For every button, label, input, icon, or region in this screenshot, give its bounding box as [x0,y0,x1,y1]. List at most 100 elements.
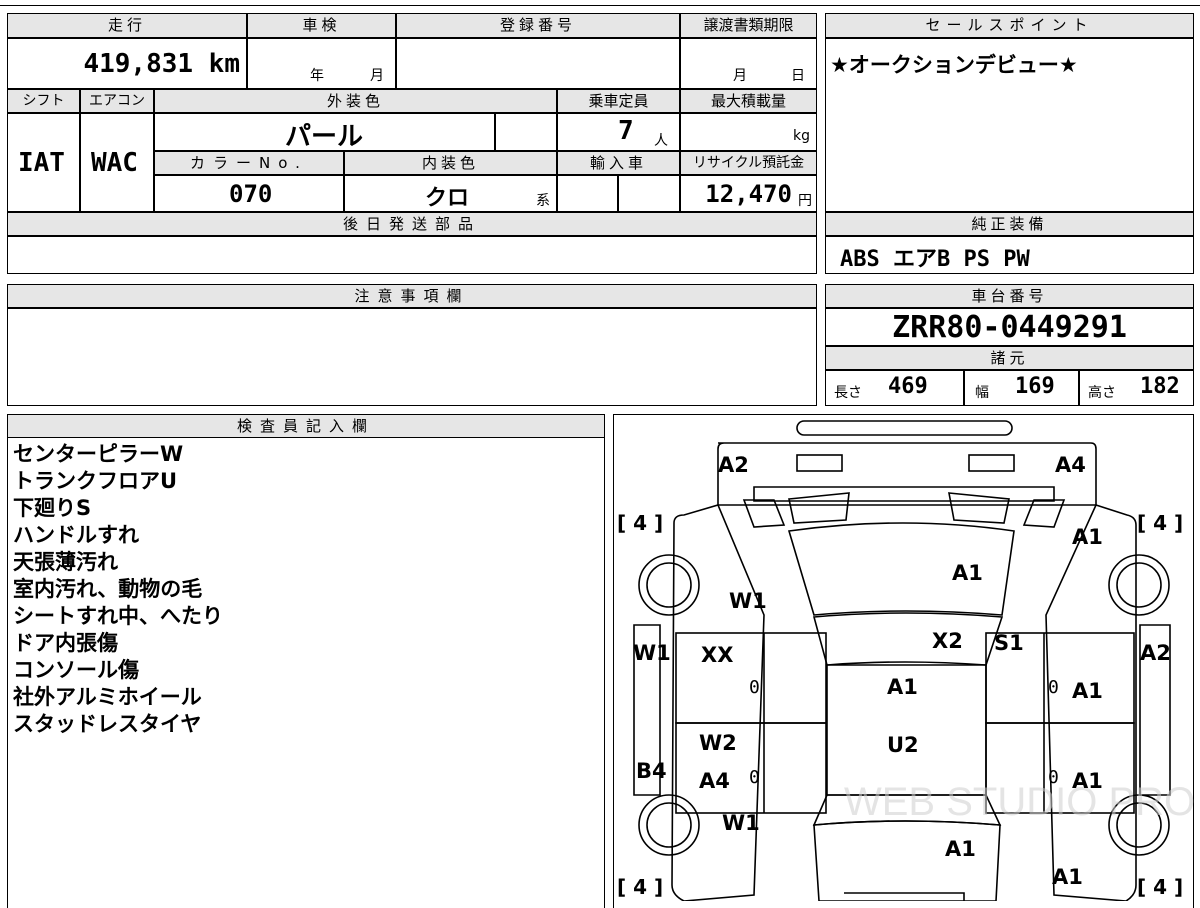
inspector-note-item: コンソール傷 [13,658,139,682]
notes-header: 注意事項欄 [7,284,817,308]
inspection-month: 月 [370,68,384,84]
mileage-value: 419,831 km [83,49,240,79]
chassis-header: 車台番号 [825,284,1194,308]
inspector-note-item: 天張薄汚れ [13,550,118,574]
aircon-value: WAC [91,148,138,178]
later-parts-header: 後日発送部品 [7,212,817,236]
code-center-top: X2 [932,629,963,653]
capacity-value: 7 [618,116,634,146]
width-value: 169 [1015,374,1055,399]
interior-color-cell: クロ 系 [344,175,557,212]
shift-value: IAT [18,148,65,178]
width-label: 幅 [975,385,989,401]
inspector-note-item: 下廻りS [13,496,92,520]
code-front-left-door: W2 [699,731,737,755]
code-left-sill: B4 [636,759,667,783]
shift-header: シフト [7,89,80,113]
color-no-cell: 070 [154,175,344,212]
recycle-value: 12,470 [705,180,792,208]
inspection-cell: 年 月 [247,38,396,89]
inspector-note-item: ドア内張傷 [13,631,118,655]
recycle-header: リサイクル預託金 [680,151,817,175]
genuine-equipment-cell: ABS エアB PS PW [825,236,1194,274]
top-strip [0,0,1200,6]
later-parts-cell [7,236,817,274]
max-load-unit: kg [793,128,810,144]
width-cell: 幅 169 [964,370,1079,406]
registration-cell [396,38,680,89]
code-roof: A1 [952,561,983,585]
watermark: WEB STUDIO PRO [844,780,1195,824]
color-no-value: 070 [229,180,273,208]
inspector-note-item: ハンドルすれ [13,523,139,547]
inspector-note-item: 社外アルミホイール [13,685,202,709]
code-front-left-fender: W1 [722,811,760,835]
transfer-day: 日 [791,68,805,84]
inspector-header: 検査員記入欄 [7,414,605,438]
zero-front-right: 0 [1048,767,1059,788]
code-front-left-door-lower: A4 [699,769,730,793]
transfer-cell: 月 日 [680,38,817,89]
aircon-cell: WAC [80,113,154,212]
shift-cell: IAT [7,113,80,212]
code-right-pillar: S1 [994,631,1024,655]
exterior-color-header: 外装色 [154,89,557,113]
height-label: 高さ [1088,385,1116,401]
notes-cell [7,308,817,406]
aircon-header: エアコン [80,89,154,113]
inspection-header: 車検 [247,13,396,38]
recycle-cell: 12,470 円 [680,175,817,212]
transfer-month: 月 [733,68,747,84]
capacity-header: 乗車定員 [557,89,680,113]
length-value: 469 [888,374,928,399]
import-cell-a [557,175,618,212]
code-left-pillar: W1 [633,641,671,665]
max-load-header: 最大積載量 [680,89,817,113]
tread-front-right: [ 4 ] [1137,875,1184,899]
interior-color-value: クロ [425,186,470,211]
genuine-equipment-header: 純正装備 [825,212,1194,236]
recycle-unit: 円 [798,193,812,209]
code-rear-left-door: W1 [729,589,767,613]
sales-point-text: ★オークションデビュー★ [830,53,1078,77]
code-center-lower: U2 [887,733,919,757]
inspector-cell: センターピラーW トランクフロアU 下廻りS ハンドルすれ 天張薄汚れ 室内汚れ、動物の毛… [7,438,605,908]
sales-point-cell: ★オークションデビュー★ [825,38,1194,212]
capacity-unit: 人 [654,133,668,149]
chassis-value: ZRR80-0449291 [892,310,1127,345]
chassis-cell: ZRR80-0449291 [825,308,1194,346]
inspector-note-item: トランクフロアU [13,469,178,493]
inspector-note-item: シートすれ中、へたり [13,604,223,628]
inspection-year: 年 [310,68,324,84]
inspector-note-item: 室内汚れ、動物の毛 [13,577,203,601]
zero-front-left: 0 [749,767,760,788]
import-header: 輸入車 [557,151,680,175]
code-rear-right-quarter: A1 [1072,525,1103,549]
mileage-header: 走行 [7,13,247,38]
code-rear-left: A2 [718,453,749,477]
import-cell-b [618,175,680,212]
code-hood: A1 [945,837,976,861]
tread-rear-right: [ 4 ] [1137,511,1184,535]
zero-rear-right: 0 [1048,677,1059,698]
interior-color-suffix: 系 [536,193,550,209]
exterior-color-cell: パール [154,113,495,152]
code-front-right-fender: A1 [1052,865,1083,889]
tread-front-left: [ 4 ] [617,875,664,899]
car-diagram-frame: WEB STUDIO PRO A2 A4 A1 A1 W1 W1 XX X2 S… [613,414,1195,908]
registration-header: 登録番号 [396,13,680,38]
genuine-equipment-text: ABS エアB PS PW [840,247,1030,272]
color-no-header: カラーNo. [154,151,344,175]
code-right-rear-door: A1 [1072,679,1103,703]
code-right-front-door: A1 [1072,769,1103,793]
sales-point-header: セールスポイント [825,13,1194,38]
inspector-note-item: スタッドレスタイヤ [13,712,202,736]
height-value: 182 [1140,374,1180,399]
length-label: 長さ [834,385,862,401]
height-cell: 高さ 182 [1079,370,1194,406]
exterior-color-value: パール [285,122,364,152]
transfer-header: 譲渡書類期限 [680,13,817,38]
code-rear-right: A4 [1055,453,1086,477]
code-center-middle: A1 [887,675,918,699]
tread-rear-left: [ 4 ] [617,511,664,535]
